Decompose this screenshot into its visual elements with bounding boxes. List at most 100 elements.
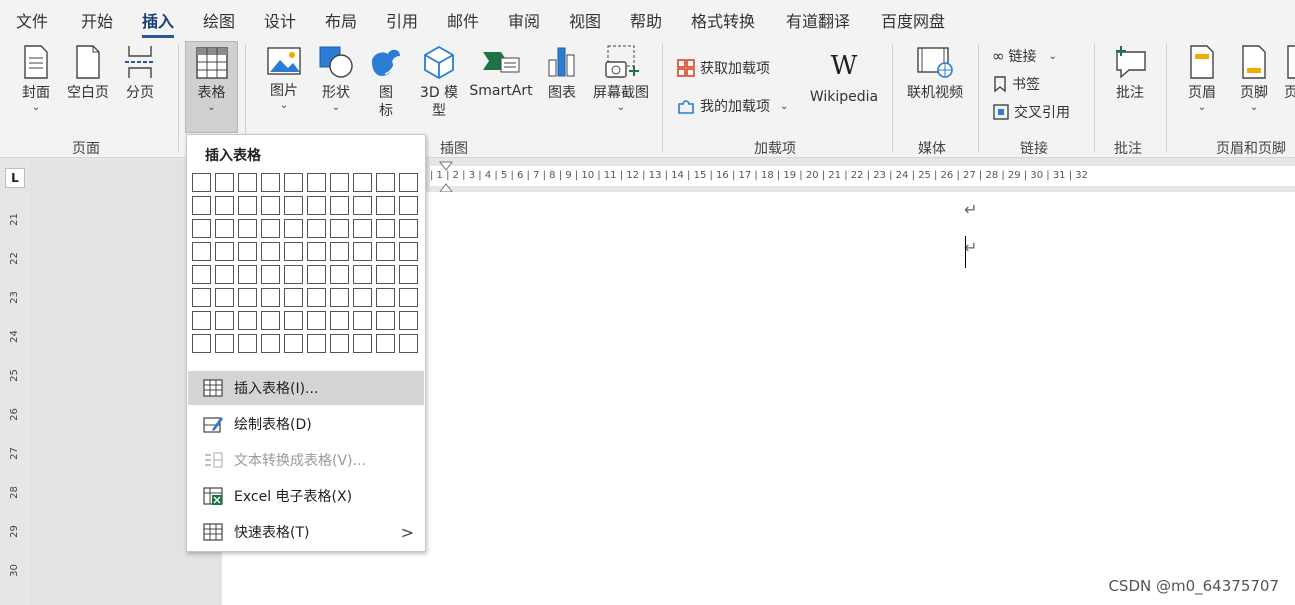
table-grid-cell[interactable] <box>215 311 234 330</box>
table-grid-cell[interactable] <box>215 196 234 215</box>
table-grid-cell[interactable] <box>376 219 395 238</box>
table-grid-cell[interactable] <box>330 196 349 215</box>
tab-selector[interactable]: L <box>5 168 25 188</box>
table-grid-cell[interactable] <box>284 288 303 307</box>
table-grid-cell[interactable] <box>238 288 257 307</box>
tab-references[interactable]: 引用 <box>386 8 418 32</box>
table-grid-cell[interactable] <box>284 173 303 192</box>
table-grid-cell[interactable] <box>399 288 418 307</box>
table-grid-cell[interactable] <box>215 265 234 284</box>
table-grid-cell[interactable] <box>238 334 257 353</box>
table-grid-cell[interactable] <box>353 242 372 261</box>
table-grid-cell[interactable] <box>238 219 257 238</box>
tab-youdao-translate[interactable]: 有道翻译 <box>786 8 850 32</box>
table-grid-cell[interactable] <box>284 242 303 261</box>
table-grid-cell[interactable] <box>261 265 280 284</box>
table-grid-cell[interactable] <box>330 219 349 238</box>
table-grid-cell[interactable] <box>307 288 326 307</box>
table-grid-cell[interactable] <box>307 311 326 330</box>
my-addins-button[interactable]: 我的加载项 ⌄ <box>676 96 788 116</box>
get-addins-button[interactable]: 获取加载项 <box>676 58 770 78</box>
table-grid-cell[interactable] <box>330 242 349 261</box>
table-grid-cell[interactable] <box>192 196 211 215</box>
table-grid-cell[interactable] <box>376 288 395 307</box>
bookmark-button[interactable]: 书签 <box>992 74 1040 94</box>
tab-view[interactable]: 视图 <box>569 8 601 32</box>
table-grid-cell[interactable] <box>353 265 372 284</box>
table-grid-cell[interactable] <box>330 265 349 284</box>
tab-baidu-netdisk[interactable]: 百度网盘 <box>881 8 945 32</box>
tab-format-convert[interactable]: 格式转换 <box>691 8 755 32</box>
table-grid-cell[interactable] <box>399 334 418 353</box>
table-grid-cell[interactable] <box>238 173 257 192</box>
table-grid-cell[interactable] <box>353 196 372 215</box>
table-grid-cell[interactable] <box>238 265 257 284</box>
table-grid-cell[interactable] <box>215 219 234 238</box>
table-grid-cell[interactable] <box>376 173 395 192</box>
table-grid-cell[interactable] <box>261 196 280 215</box>
table-grid-cell[interactable] <box>284 334 303 353</box>
table-grid-cell[interactable] <box>399 219 418 238</box>
table-grid-cell[interactable] <box>307 265 326 284</box>
table-grid-cell[interactable] <box>261 242 280 261</box>
table-grid-cell[interactable] <box>330 288 349 307</box>
icons-button[interactable]: 图 标 <box>366 44 406 120</box>
tab-file[interactable]: 文件 <box>16 8 48 32</box>
excel-spreadsheet-item[interactable]: Excel 电子表格(X) <box>188 479 424 513</box>
table-grid-cell[interactable] <box>238 242 257 261</box>
table-grid-cell[interactable] <box>353 311 372 330</box>
table-grid-cell[interactable] <box>330 173 349 192</box>
table-grid-cell[interactable] <box>353 219 372 238</box>
tab-design[interactable]: 设计 <box>264 8 296 32</box>
comment-button[interactable]: 批注 <box>1106 44 1154 102</box>
table-grid-cell[interactable] <box>261 173 280 192</box>
table-grid-cell[interactable] <box>215 242 234 261</box>
table-grid-cell[interactable] <box>192 334 211 353</box>
table-grid-cell[interactable] <box>261 288 280 307</box>
table-grid-cell[interactable] <box>376 196 395 215</box>
tab-layout[interactable]: 布局 <box>325 8 357 32</box>
table-grid-cell[interactable] <box>192 173 211 192</box>
table-grid-cell[interactable] <box>307 334 326 353</box>
header-button[interactable]: 页眉 ⌄ <box>1180 44 1224 114</box>
online-video-button[interactable]: 联机视频 <box>900 44 970 102</box>
table-grid-cell[interactable] <box>353 288 372 307</box>
table-grid-cell[interactable] <box>330 334 349 353</box>
table-grid-cell[interactable] <box>192 219 211 238</box>
quick-tables-item[interactable]: 快速表格(T) > <box>188 515 424 549</box>
table-grid-cell[interactable] <box>215 288 234 307</box>
table-grid-cell[interactable] <box>192 311 211 330</box>
table-grid-cell[interactable] <box>215 334 234 353</box>
table-grid-cell[interactable] <box>215 173 234 192</box>
table-grid-cell[interactable] <box>399 242 418 261</box>
table-grid-cell[interactable] <box>261 311 280 330</box>
footer-button[interactable]: 页脚 ⌄ <box>1232 44 1276 114</box>
table-grid-cell[interactable] <box>376 334 395 353</box>
table-grid-cell[interactable] <box>238 196 257 215</box>
table-grid-cell[interactable] <box>399 173 418 192</box>
convert-text-to-table-item[interactable]: 文本转换成表格(V)... <box>188 443 424 477</box>
table-grid-cell[interactable] <box>307 173 326 192</box>
page-break-button[interactable]: 分页 <box>118 44 162 102</box>
table-grid-cell[interactable] <box>284 311 303 330</box>
draw-table-item[interactable]: 绘制表格(D) <box>188 407 424 441</box>
table-grid-cell[interactable] <box>376 242 395 261</box>
insert-table-item[interactable]: 插入表格(I)... <box>188 371 424 405</box>
screenshot-button[interactable]: 屏幕截图 ⌄ <box>588 44 654 114</box>
tab-insert[interactable]: 插入 <box>142 8 175 38</box>
3d-models-button[interactable]: 3D 模 型 <box>416 44 462 120</box>
table-grid-cell[interactable] <box>192 265 211 284</box>
table-grid-cell[interactable] <box>284 219 303 238</box>
table-grid-cell[interactable] <box>307 196 326 215</box>
table-grid-cell[interactable] <box>376 311 395 330</box>
table-grid-cell[interactable] <box>261 219 280 238</box>
table-grid-cell[interactable] <box>261 334 280 353</box>
chart-button[interactable]: 图表 <box>542 44 582 102</box>
tab-draw[interactable]: 绘图 <box>203 8 235 32</box>
table-grid-cell[interactable] <box>284 265 303 284</box>
blank-page-button[interactable]: 空白页 <box>62 44 114 102</box>
link-button[interactable]: ∞ 链接 ⌄ <box>992 46 1057 66</box>
table-grid-cell[interactable] <box>353 173 372 192</box>
table-grid-cell[interactable] <box>307 242 326 261</box>
table-grid-cell[interactable] <box>399 265 418 284</box>
